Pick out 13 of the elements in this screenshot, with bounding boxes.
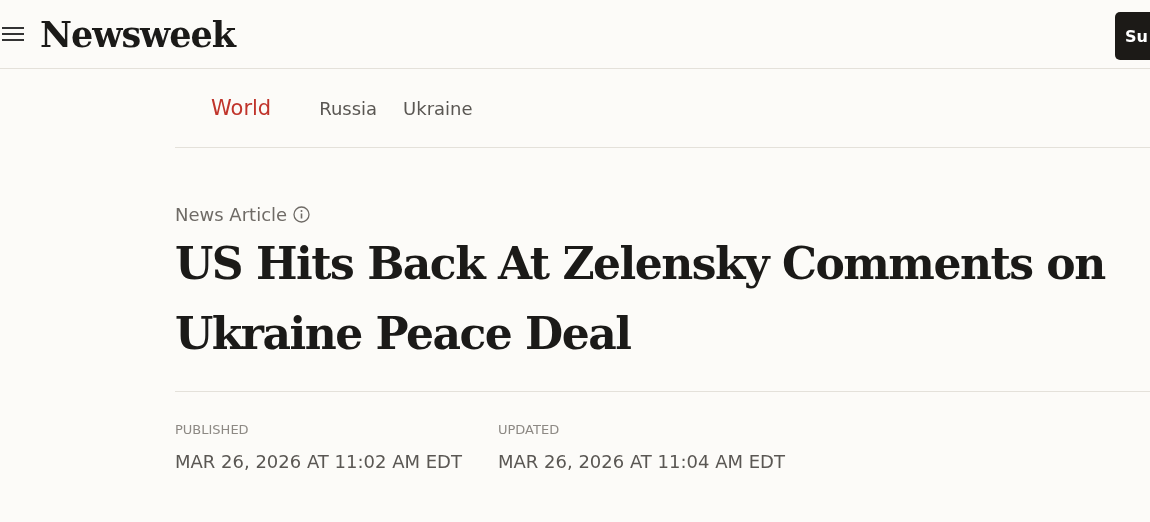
article-type-label: News Article: [175, 204, 288, 225]
menu-icon[interactable]: [2, 25, 24, 43]
nav-link[interactable]: Ukraine: [403, 97, 473, 119]
date-value: MAR 26, 2026 AT 11:04 AM EDT: [498, 451, 785, 472]
date-label: UPDATED: [498, 422, 561, 437]
date-label: PUBLISHED: [175, 422, 250, 437]
article-title: US Hits Back At Zelensky Comments on Ukraine Peace Deal: [175, 229, 1150, 392]
subscribe-button[interactable]: Su: [1115, 12, 1150, 60]
info-icon[interactable]: [293, 206, 311, 223]
site-logo[interactable]: Newsweek: [40, 13, 235, 55]
date-value: MAR 26, 2026 AT 11:02 AM EDT: [175, 451, 462, 472]
nav-link[interactable]: World: [211, 96, 272, 120]
nav-link[interactable]: Russia: [319, 97, 378, 119]
